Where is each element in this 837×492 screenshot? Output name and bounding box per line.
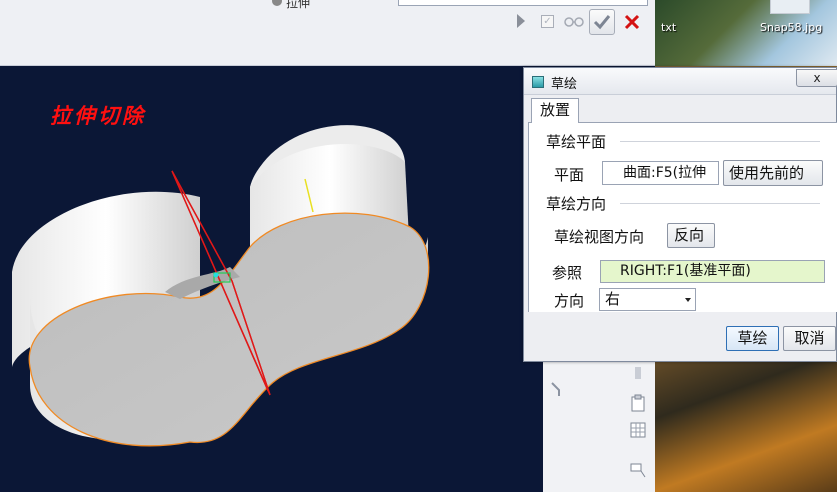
dialog-titlebar[interactable]: 草绘 x [524,68,837,95]
file-thumbnail[interactable] [770,0,810,14]
section-divider [620,141,820,142]
gear-icon[interactable] [272,0,282,6]
grid-icon[interactable] [629,421,647,439]
feature-title: 拉伸切除 [50,103,146,128]
plane-label: 平面 [554,166,585,184]
red-x-icon [624,14,640,30]
direction-value: 右 [605,290,621,308]
apply-button[interactable] [589,9,615,35]
dialog-title: 草绘 [551,77,578,92]
sketch-button[interactable]: 草绘 [726,326,779,351]
tab-placement[interactable]: 放置 [531,98,579,123]
view-direction-label: 草绘视图方向 [554,228,645,246]
graphics-viewport[interactable]: 拉伸切除 [0,67,543,492]
app-icon [532,76,544,88]
pause-checkbox-icon[interactable]: ✓ [541,15,554,28]
part-model[interactable] [0,67,543,492]
section-divider [620,203,820,204]
sketch-plane-section-title: 草绘平面 [546,133,607,151]
flip-button[interactable]: 反向 [667,223,715,248]
datum-dot [213,272,219,278]
right-toolbar [543,360,655,492]
preview-glasses-icon[interactable] [563,13,585,29]
cancel-feature-button[interactable] [621,11,643,33]
placement-panel: 草绘平面 平面 曲面:F5(拉伸 使用先前的 草绘方向 草绘视图方向 反向 参照… [528,122,837,312]
sketch-dialog: 草绘 x 草绘平面 平面 曲面:F5(拉伸 使用先前的 草绘方向 草绘视图方向 … [523,67,837,362]
desktop-file-txt[interactable]: txt [661,21,676,34]
reference-label: 参照 [552,264,583,282]
desktop-file-jpg[interactable]: Snap58.jpg [760,21,822,34]
checkmark-icon [593,15,611,30]
use-previous-button[interactable]: 使用先前的 [723,160,823,186]
chevron-down-icon [685,298,691,302]
arrow-up-icon[interactable] [629,365,647,383]
sketch-orientation-section-title: 草绘方向 [546,195,607,213]
transform-icon[interactable] [629,461,647,479]
close-button[interactable]: x [796,69,837,87]
paste-icon[interactable] [629,394,647,412]
dashboard-field-label: 拉伸 [286,0,311,10]
direction-label: 方向 [554,292,585,310]
dashboard-field[interactable] [398,0,648,6]
direction-select[interactable]: 右 [599,288,696,311]
reference-field[interactable]: RIGHT:F1(基准平面) [600,260,825,283]
play-icon[interactable] [517,14,525,28]
feature-dashboard: 拉伸 ✓ [0,0,655,66]
cancel-button[interactable]: 取消 [783,326,836,351]
edge-tool-icon[interactable] [549,380,567,398]
plane-field[interactable]: 曲面:F5(拉伸 [602,161,719,185]
